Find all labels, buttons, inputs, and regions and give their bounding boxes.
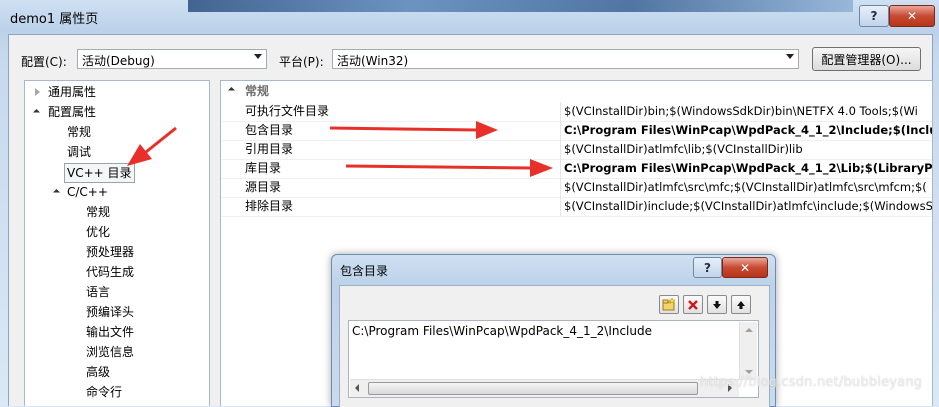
platform-combo[interactable]: 活动(Win32) [332,49,799,69]
scroll-down-icon[interactable] [745,370,753,374]
collapse-arrow-icon[interactable] [227,86,236,95]
config-manager-button[interactable]: 配置管理器(O)... [812,47,921,71]
background-window-strip [188,0,853,12]
grid-row-value[interactable]: $(VCInstallDir)atlmfc\src\mfc;$(VCInstal… [564,178,932,197]
list-item[interactable]: C:\Program Files\WinPcap\WpdPack_4_1_2\I… [352,324,652,338]
tree-item-advanced[interactable]: 高级 [86,363,110,381]
move-up-button[interactable] [731,295,751,314]
scroll-left-icon[interactable] [355,384,359,392]
grid-row-name: 排除目录 [245,197,561,216]
grid-row-value[interactable]: $(VCInstallDir)atlmfc\lib;$(VCInstallDir… [564,140,932,159]
tree-item-general[interactable]: 常规 [67,123,91,141]
tree-item-label: C/C++ [67,185,108,199]
window-title: demo1 属性页 [10,12,99,27]
grid-row-executable-dirs[interactable]: 可执行文件目录 $(VCInstallDir)bin;$(WindowsSdkD… [221,102,932,122]
grid-row-source-dirs[interactable]: 源目录 $(VCInstallDir)atlmfc\src\mfc;$(VCIn… [221,178,932,198]
scroll-up-icon[interactable] [745,328,753,332]
property-pages-window: demo1 属性页 ? ✕ 配置(C): 活动(Debug) 平台(P): 活动… [0,0,939,407]
watermark: https://blog.csdn.net/bubbleyang [700,375,923,390]
tree-item-command-line[interactable]: 命令行 [86,383,122,401]
collapse-arrow-icon[interactable] [32,108,41,117]
grid-row-value[interactable]: C:\Program Files\WinPcap\WpdPack_4_1_2\I… [564,121,932,140]
grid-row-name: 库目录 [245,159,561,178]
move-down-button[interactable] [707,295,727,314]
vertical-scrollbar[interactable] [739,322,757,380]
delete-x-icon [688,299,698,310]
grid-row-name: 源目录 [245,178,561,197]
arrow-down-icon [713,300,721,309]
delete-line-button[interactable] [683,295,703,314]
grid-row-include-dirs[interactable]: 包含目录 C:\Program Files\WinPcap\WpdPack_4_… [221,121,932,141]
horizontal-scrollbar[interactable] [350,379,739,397]
tree-item-output-files[interactable]: 输出文件 [86,323,134,341]
grid-row-name: 包含目录 [245,121,561,140]
platform-combo-value: 活动(Win32) [337,54,409,68]
tree-item-cpp[interactable]: C/C++ [52,183,108,201]
tree-item-common-properties[interactable]: 通用属性 [33,83,96,101]
grid-row-exclude-dirs[interactable]: 排除目录 $(VCInstallDir)include;$(VCInstallD… [221,197,932,217]
arrow-up-icon [737,300,745,309]
grid-row-name: 可执行文件目录 [245,102,561,121]
tree-item-code-generation[interactable]: 代码生成 [86,263,134,281]
tree-item-optimization[interactable]: 优化 [86,223,110,241]
help-button[interactable]: ? [859,5,889,27]
collapse-arrow-icon[interactable] [52,188,61,197]
tree-item-language[interactable]: 语言 [86,283,110,301]
grid-row-library-dirs[interactable]: 库目录 C:\Program Files\WinPcap\WpdPack_4_1… [221,159,932,179]
tree-item-precompiled-headers[interactable]: 预编译头 [86,303,134,321]
dialog-title: 包含目录 [340,264,389,278]
tree-item-label: 通用属性 [48,85,97,99]
grid-row-value[interactable]: C:\Program Files\WinPcap\WpdPack_4_1_2\L… [564,159,932,178]
grid-row-name: 引用目录 [245,140,561,159]
dialog-close-button[interactable]: ✕ [722,257,768,278]
config-combo[interactable]: 活动(Debug) [77,49,267,69]
tree-item-debugging[interactable]: 调试 [67,143,91,161]
close-button[interactable]: ✕ [889,5,935,27]
tree-item-cpp-general[interactable]: 常规 [86,203,110,221]
dialog-help-button[interactable]: ? [693,257,722,278]
config-label: 配置(C): [21,55,67,69]
grid-row-reference-dirs[interactable]: 引用目录 $(VCInstallDir)atlmfc\lib;$(VCInsta… [221,140,932,160]
expand-arrow-icon[interactable] [35,88,40,96]
tree-item-preprocessor[interactable]: 预处理器 [86,243,134,261]
tree-item-vc-directories[interactable]: VC++ 目录 [64,163,135,183]
include-dirs-list[interactable]: C:\Program Files\WinPcap\WpdPack_4_1_2\I… [348,320,759,398]
grid-row-value[interactable]: $(VCInstallDir)include;$(VCInstallDir)at… [564,197,932,216]
tree-item-config-properties[interactable]: 配置属性 [32,103,97,121]
scroll-thumb[interactable] [368,382,698,395]
grid-category-label: 常规 [245,84,270,98]
config-combo-value: 活动(Debug) [82,54,155,68]
tree-item-label: 配置属性 [48,105,97,119]
platform-label: 平台(P): [279,55,324,69]
grid-row-value[interactable]: $(VCInstallDir)bin;$(WindowsSdkDir)bin\N… [564,102,932,121]
tree-item-browse-information[interactable]: 浏览信息 [86,343,134,361]
new-line-button[interactable] [659,295,679,314]
chevron-down-icon [786,54,794,59]
settings-tree: 通用属性 配置属性 常规 调试 VC++ 目录 C/C++ 常规 优化 预处理器… [24,80,210,406]
chevron-down-icon [254,54,262,59]
new-folder-icon [662,298,676,311]
grid-category-header[interactable]: 常规 [221,81,932,101]
